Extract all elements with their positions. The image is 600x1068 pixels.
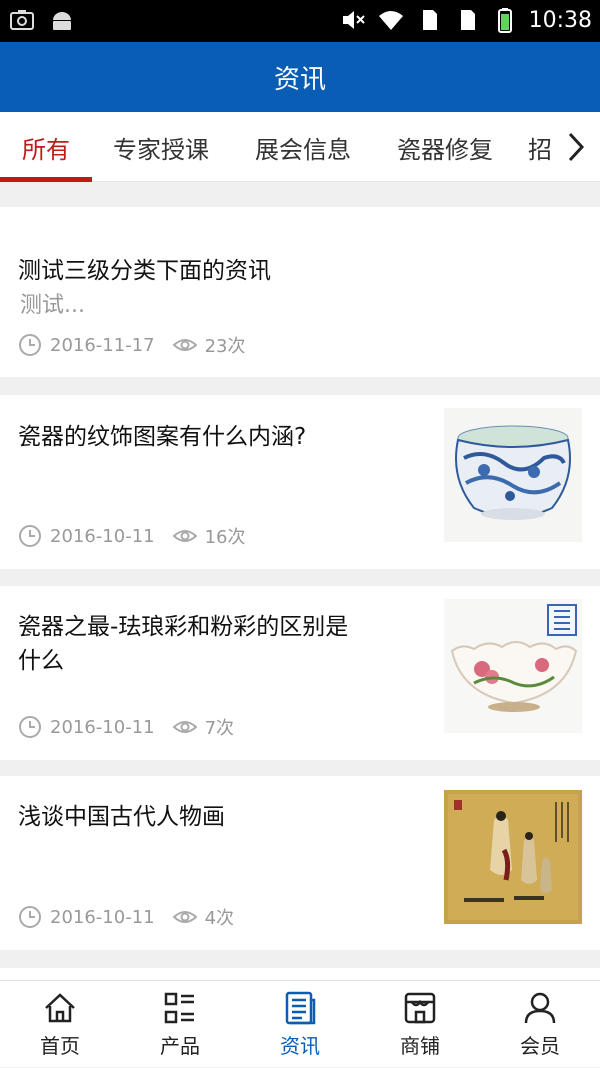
view-count: 16次 (204, 527, 246, 548)
news-icon (285, 991, 316, 1025)
article-date: 2016-11-17 (50, 334, 155, 356)
article-views: 23次 (172, 332, 246, 358)
sim1-icon (422, 10, 437, 30)
view-count: 4次 (204, 908, 235, 929)
page-title: 资讯 (273, 64, 326, 95)
nav-products[interactable]: 产品 (120, 981, 240, 1068)
tab-exhibition-info[interactable]: 展会信息 (242, 112, 364, 182)
tab-porcelain-repair[interactable]: 瓷器修复 (384, 112, 506, 182)
article-title-line: 瓷器之最-珐琅彩和粉彩的区别是 (18, 614, 349, 640)
eye-icon (172, 339, 197, 351)
tab-expert-lectures[interactable]: 专家授课 (100, 112, 222, 182)
article-title-line: 什么 (18, 648, 64, 674)
article-date: 2016-10-11 (50, 906, 155, 928)
app-bar: 资讯 (0, 42, 600, 112)
article-card[interactable]: 测试三级分类下面的资讯 测试... 2016-11-17 23次 (0, 207, 600, 377)
nav-label: 产品 (160, 1034, 200, 1058)
clock: 10:38 (528, 7, 592, 33)
article-title: 瓷器之最-珐琅彩和粉彩的区别是 什么 (18, 610, 348, 678)
article-views: 4次 (172, 904, 235, 930)
sim2-icon (460, 10, 475, 30)
article-title: 测试三级分类下面的资讯 (18, 258, 271, 284)
article-card[interactable]: 浅谈中国古代人物画 2016-10-11 4次 (0, 776, 600, 950)
tab-recruit[interactable]: 招 (528, 112, 564, 182)
bottom-nav: 首页 产品 资讯 商铺 会员 (0, 980, 600, 1067)
article-meta: 2016-10-11 4次 (18, 904, 234, 930)
nav-label: 商铺 (400, 1034, 440, 1058)
home-icon (45, 993, 75, 1023)
eye-icon (172, 911, 197, 923)
nav-label: 首页 (40, 1034, 80, 1058)
nav-member[interactable]: 会员 (480, 981, 600, 1068)
article-thumbnail[interactable] (444, 790, 582, 924)
clock-icon (19, 906, 41, 928)
article-date: 2016-10-11 (50, 525, 155, 547)
article-card[interactable]: 瓷器之最-珐琅彩和粉彩的区别是 什么 2016-10-11 7次 (0, 586, 600, 760)
clock-icon (19, 525, 41, 547)
porcelain-jar-image (444, 408, 582, 542)
porcelain-bowl-image (444, 599, 582, 733)
android-icon (53, 12, 71, 30)
screenshot-icon (10, 10, 34, 30)
wifi-icon (378, 11, 403, 30)
user-icon (524, 992, 556, 1024)
article-excerpt: 测试... (20, 293, 85, 318)
nav-news[interactable]: 资讯 (240, 981, 360, 1068)
nav-label: 资讯 (280, 1034, 320, 1058)
eye-icon (172, 721, 197, 733)
tab-label: 所有 (22, 135, 70, 164)
article-meta: 2016-10-11 7次 (18, 714, 234, 740)
nav-home[interactable]: 首页 (0, 981, 120, 1068)
article-title: 浅谈中国古代人物画 (18, 804, 225, 830)
chevron-right-icon[interactable] (564, 130, 588, 164)
article-meta: 2016-10-11 16次 (18, 523, 246, 549)
nav-label: 会员 (520, 1034, 560, 1058)
article-meta: 2016-11-17 23次 (18, 332, 246, 358)
figure-painting-image (444, 790, 582, 924)
nav-shop[interactable]: 商铺 (360, 981, 480, 1068)
tab-all[interactable]: 所有 (0, 112, 92, 182)
category-tabs: 所有 专家授课 展会信息 瓷器修复 招 (0, 112, 600, 182)
clock-icon (19, 716, 41, 738)
article-thumbnail[interactable] (444, 599, 582, 733)
list-grid-icon (164, 992, 194, 1024)
tab-label: 招 (528, 135, 552, 164)
article-thumbnail[interactable] (444, 408, 582, 542)
article-date: 2016-10-11 (50, 716, 155, 738)
article-card[interactable] (0, 968, 600, 980)
article-list: 测试三级分类下面的资讯 测试... 2016-11-17 23次 瓷器的纹饰图案… (0, 182, 600, 980)
article-title: 瓷器的纹饰图案有什么内涵? (18, 424, 307, 450)
battery-icon (497, 8, 512, 33)
tab-label: 展会信息 (255, 135, 351, 164)
eye-icon (172, 530, 197, 542)
clock-icon (19, 334, 41, 356)
tab-label: 瓷器修复 (397, 135, 493, 164)
view-count: 7次 (204, 718, 235, 739)
article-views: 7次 (172, 714, 235, 740)
shop-icon (404, 992, 436, 1024)
tab-label: 专家授课 (113, 135, 209, 164)
view-count: 23次 (204, 336, 246, 357)
mute-icon (342, 11, 365, 29)
article-views: 16次 (172, 523, 246, 549)
article-card[interactable]: 瓷器的纹饰图案有什么内涵? 2016-10-11 16次 (0, 395, 600, 569)
status-bar: 10:38 (0, 0, 600, 42)
